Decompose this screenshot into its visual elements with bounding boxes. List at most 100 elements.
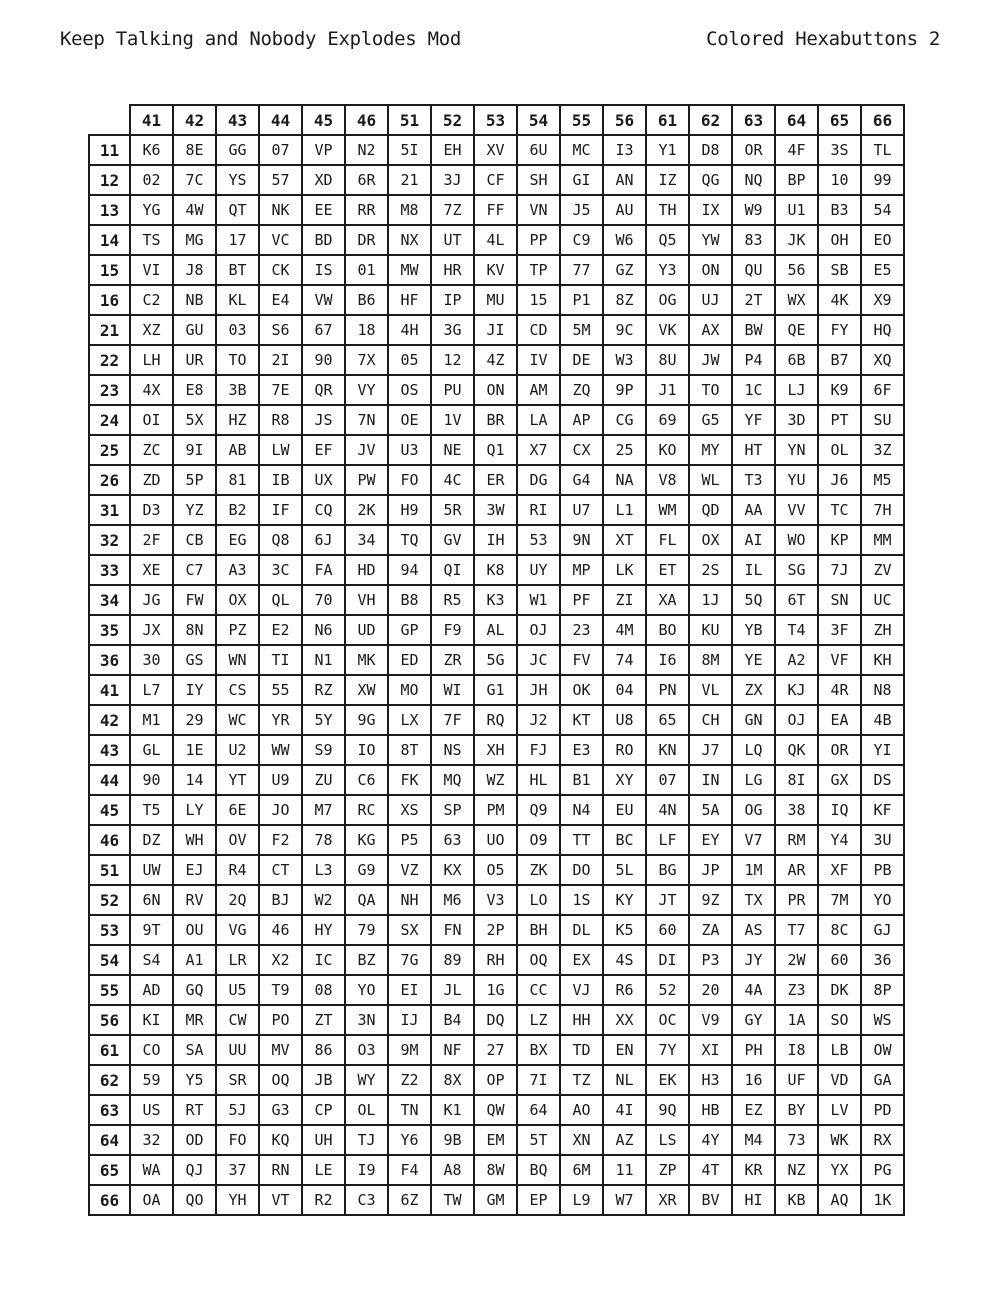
- table-cell: 54: [860, 194, 905, 226]
- table-cell: ZX: [731, 674, 776, 706]
- table-cell: QJ: [172, 1154, 217, 1186]
- table-cell: AQ: [817, 1184, 862, 1216]
- table-cell: VW: [301, 284, 346, 316]
- table-cell: V7: [731, 824, 776, 856]
- table-cell: Z3: [774, 974, 819, 1006]
- table-cell: MY: [688, 434, 733, 466]
- table-cell: EH: [430, 134, 475, 166]
- table-cell: SX: [387, 914, 432, 946]
- table-cell: 2T: [731, 284, 776, 316]
- table-cell: 67: [301, 314, 346, 346]
- table-row: 25 ZC 9I AB LW EF JV U3 NE Q1 X7 CX 25 KO MY HT YN OL 3Z: [88, 434, 905, 466]
- table-cell: LX: [387, 704, 432, 736]
- table-cell: AB: [215, 434, 260, 466]
- row-header: 41: [88, 674, 131, 706]
- table-cell: 9G: [344, 704, 389, 736]
- table-cell: QO: [172, 1184, 217, 1216]
- table-cell: G3: [258, 1094, 303, 1126]
- header-right-title: Colored Hexabuttons 2: [706, 28, 940, 50]
- table-cell: ZH: [860, 614, 905, 646]
- column-header: 66: [860, 104, 905, 136]
- table-cell: 4T: [688, 1154, 733, 1186]
- table-cell: 29: [172, 704, 217, 736]
- table-cell: 3W: [473, 494, 518, 526]
- table-cell: 8U: [645, 344, 690, 376]
- table-cell: JX: [129, 614, 174, 646]
- table-cell: IY: [172, 674, 217, 706]
- table-cell: 63: [430, 824, 475, 856]
- table-cell: JI: [473, 314, 518, 346]
- table-row: 63 US RT 5J G3 CP OL TN K1 QW 64 AO 4I 9Q HB EZ BY LV PD: [88, 1094, 905, 1126]
- table-cell: XH: [473, 734, 518, 766]
- table-cell: N1: [301, 644, 346, 676]
- table-cell: R4: [215, 854, 260, 886]
- table-cell: 1K: [860, 1184, 905, 1216]
- table-cell: M1: [129, 704, 174, 736]
- table-cell: PH: [731, 1034, 776, 1066]
- table-cell: TN: [387, 1094, 432, 1126]
- table-cell: 9N: [559, 524, 604, 556]
- table-cell: CD: [516, 314, 561, 346]
- table-cell: MO: [387, 674, 432, 706]
- table-cell: R2: [301, 1184, 346, 1216]
- table-cell: BY: [774, 1094, 819, 1126]
- table-cell: T3: [731, 464, 776, 496]
- table-cell: MR: [172, 1004, 217, 1036]
- table-cell: EM: [473, 1124, 518, 1156]
- table-cell: X9: [860, 284, 905, 316]
- table-cell: R8: [258, 404, 303, 436]
- table-row: 24 OI 5X HZ R8 JS 7N OE 1V BR LA AP CG 69 G5 YF 3D PT SU: [88, 404, 905, 436]
- table-cell: ZI: [602, 584, 647, 616]
- table-cell: S9: [301, 734, 346, 766]
- table-cell: 1V: [430, 404, 475, 436]
- table-cell: IH: [473, 524, 518, 556]
- table-cell: 9B: [430, 1124, 475, 1156]
- table-cell: 7X: [344, 344, 389, 376]
- table-cell: J8: [172, 254, 217, 286]
- table-cell: TD: [559, 1034, 604, 1066]
- table-cell: B2: [215, 494, 260, 526]
- table-cell: TO: [688, 374, 733, 406]
- table-cell: IF: [258, 494, 303, 526]
- row-header: 26: [88, 464, 131, 496]
- table-row: 65 WA QJ 37 RN LE I9 F4 A8 8W BQ 6M 11 ZP 4T KR NZ YX PG: [88, 1154, 905, 1186]
- table-cell: AI: [731, 524, 776, 556]
- table-cell: JS: [301, 404, 346, 436]
- table-cell: JT: [645, 884, 690, 916]
- table-cell: RR: [344, 194, 389, 226]
- table-cell: ZD: [129, 464, 174, 496]
- table-cell: QT: [215, 194, 260, 226]
- table-cell: 1G: [473, 974, 518, 1006]
- table-cell: XY: [602, 764, 647, 796]
- table-cell: TL: [860, 134, 905, 166]
- row-header: 56: [88, 1004, 131, 1036]
- row-header: 35: [88, 614, 131, 646]
- table-row: 32 2F CB EG Q8 6J 34 TQ GV IH 53 9N XT FL OX AI WO KP MM: [88, 524, 905, 556]
- table-cell: HB: [688, 1094, 733, 1126]
- table-cell: 5T: [516, 1124, 561, 1156]
- table-cell: EI: [387, 974, 432, 1006]
- table-cell: 7H: [860, 494, 905, 526]
- table-cell: WA: [129, 1154, 174, 1186]
- table-cell: UU: [215, 1034, 260, 1066]
- table-cell: C7: [172, 554, 217, 586]
- table-cell: 7I: [516, 1064, 561, 1096]
- table-cell: IP: [430, 284, 475, 316]
- table-cell: X2: [258, 944, 303, 976]
- table-cell: XR: [645, 1184, 690, 1216]
- table-cell: NX: [387, 224, 432, 256]
- table-cell: RZ: [301, 674, 346, 706]
- table-cell: AD: [129, 974, 174, 1006]
- table-cell: ER: [473, 464, 518, 496]
- table-cell: OX: [688, 524, 733, 556]
- table-cell: AL: [473, 614, 518, 646]
- table-row: 62 59 Y5 SR OQ JB WY Z2 8X OP 7I TZ NL EK H3 16 UF VD GA: [88, 1064, 905, 1096]
- table-cell: NE: [430, 434, 475, 466]
- table-cell: H3: [688, 1064, 733, 1096]
- table-cell: 90: [301, 344, 346, 376]
- table-cell: 8Z: [602, 284, 647, 316]
- table-cell: 4Z: [473, 344, 518, 376]
- table-cell: QU: [731, 254, 776, 286]
- table-cell: BH: [516, 914, 561, 946]
- table-cell: 4K: [817, 284, 862, 316]
